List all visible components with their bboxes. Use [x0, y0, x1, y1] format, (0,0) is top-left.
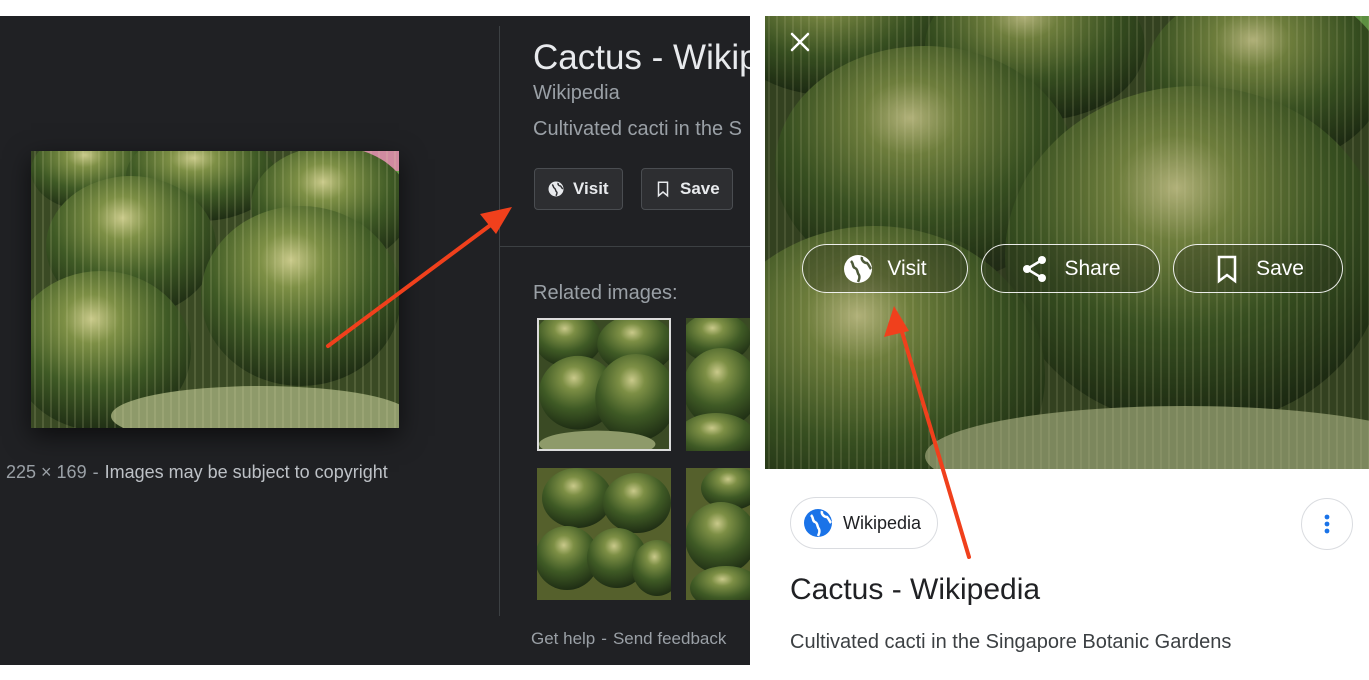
visit-button-label: Visit — [573, 179, 609, 198]
hero-image[interactable] — [765, 16, 1369, 469]
result-description: Cultivated cacti in the S — [533, 118, 742, 140]
mobile-share-button[interactable]: Share — [981, 244, 1160, 293]
more-options-button[interactable] — [1301, 498, 1353, 550]
visit-button[interactable]: Visit — [534, 168, 623, 210]
mobile-share-label: Share — [1064, 256, 1121, 280]
result-source: Wikipedia — [533, 82, 620, 104]
mobile-image-panel: Visit Share Save Wikipedia Cactus - Wiki… — [765, 16, 1369, 680]
save-button-label: Save — [680, 179, 720, 198]
copyright-notice[interactable]: Images may be subject to copyright — [105, 462, 388, 482]
result-title[interactable]: Cactus - Wikip — [533, 38, 750, 78]
horizontal-divider — [500, 246, 750, 247]
source-chip-label: Wikipedia — [843, 512, 922, 533]
mobile-save-button[interactable]: Save — [1173, 244, 1343, 293]
related-image[interactable] — [686, 318, 750, 451]
globe-icon — [548, 181, 564, 197]
mobile-result-title[interactable]: Cactus - Wikipedia — [790, 573, 1040, 607]
mobile-visit-button[interactable]: Visit — [802, 244, 968, 293]
globe-icon — [844, 254, 873, 283]
globe-icon — [804, 509, 832, 537]
related-image[interactable] — [537, 468, 671, 600]
more-vert-icon — [1324, 514, 1330, 534]
main-image[interactable] — [31, 151, 399, 428]
mobile-save-label: Save — [1256, 256, 1304, 280]
send-feedback-link[interactable]: Send feedback — [613, 629, 726, 648]
source-chip[interactable]: Wikipedia — [790, 497, 939, 549]
footer-separator: - — [601, 629, 607, 648]
get-help-link[interactable]: Get help — [531, 629, 595, 648]
bookmark-icon — [1217, 255, 1237, 283]
related-image[interactable] — [686, 468, 750, 600]
mobile-visit-label: Visit — [887, 256, 927, 280]
bookmark-icon — [657, 181, 669, 198]
footer-links: Get help - Send feedback — [531, 629, 726, 649]
mobile-result-description: Cultivated cacti in the Singapore Botani… — [790, 631, 1232, 653]
save-button[interactable]: Save — [641, 168, 733, 210]
image-meta: 225 × 169- Images may be subject to copyr… — [6, 462, 388, 483]
meta-separator: - — [92, 462, 99, 482]
related-image[interactable] — [537, 318, 671, 451]
image-dimensions: 225 × 169 — [6, 462, 87, 482]
share-icon — [1023, 255, 1047, 282]
desktop-image-panel: 225 × 169- Images may be subject to copyr… — [0, 16, 750, 665]
close-icon[interactable] — [787, 29, 813, 55]
vertical-divider — [499, 26, 500, 616]
related-images-label: Related images: — [533, 282, 678, 304]
